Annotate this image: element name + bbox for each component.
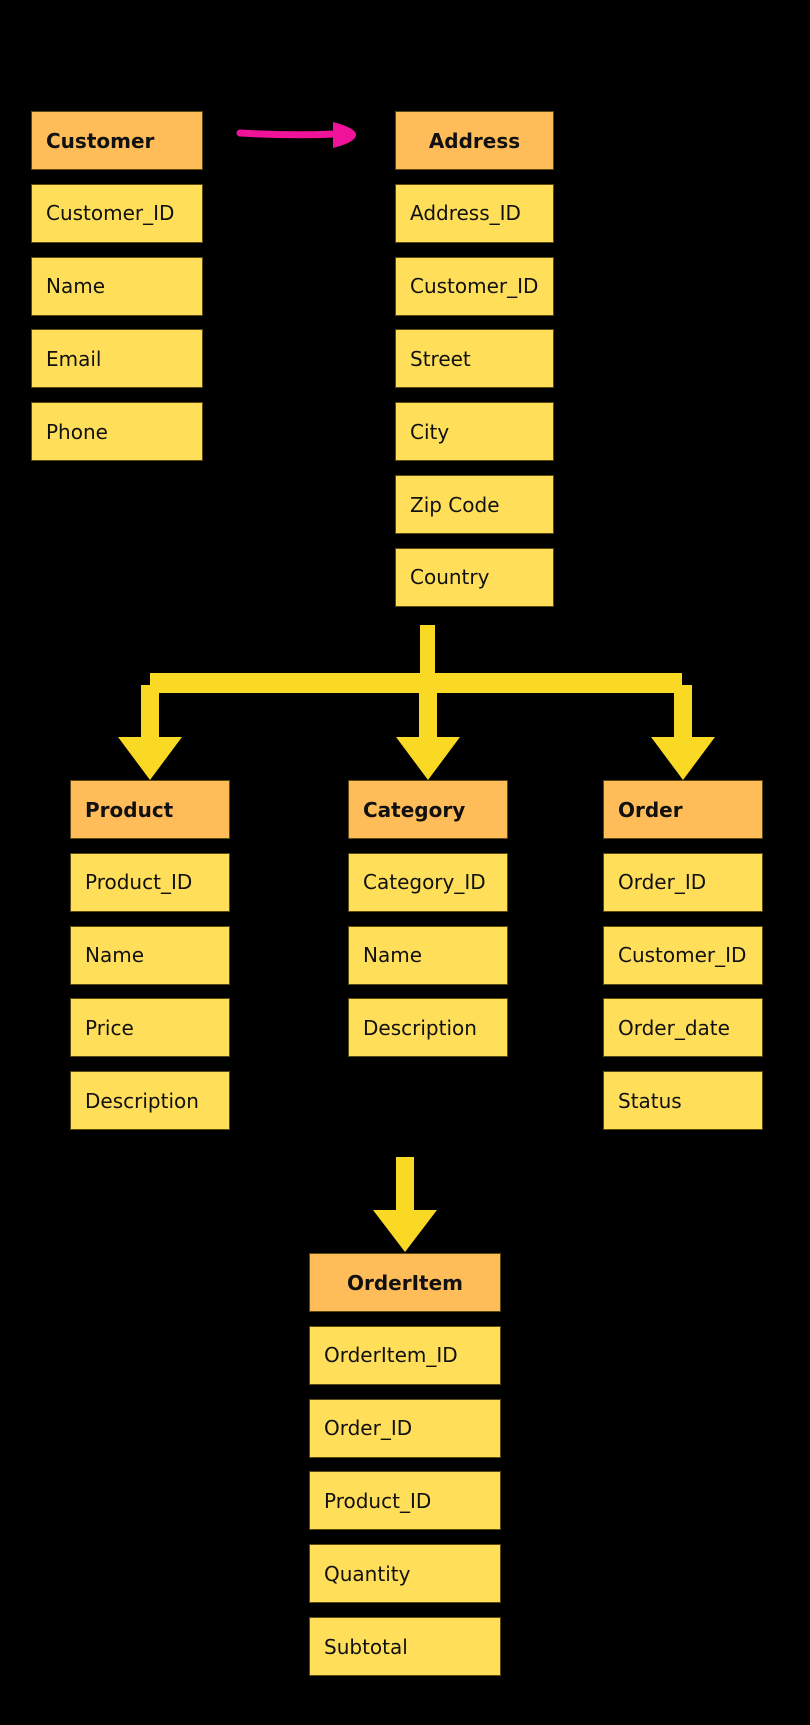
category-header: Category (348, 780, 508, 839)
address-field: City (395, 402, 554, 462)
customer-field: Name (31, 256, 203, 316)
product-field: Description (70, 1071, 230, 1131)
orderitem-field: Product_ID (309, 1471, 501, 1531)
category-field: Description (348, 998, 508, 1058)
product-header: Product (70, 780, 230, 839)
orderitem-header: OrderItem (309, 1253, 501, 1312)
customer-field: Phone (31, 402, 203, 462)
product-field: Name (70, 925, 230, 985)
address-field: Zip Code (395, 475, 554, 534)
order-arrowhead (651, 737, 715, 780)
address-field: Street (395, 329, 554, 389)
address-field: Customer_ID (395, 256, 554, 316)
address-trunk (420, 625, 435, 675)
customer-to-address-arrow (236, 129, 339, 139)
product-branch-shaft (141, 685, 159, 740)
customer-field: Customer_ID (31, 183, 203, 243)
product-field: Price (70, 998, 230, 1058)
orderitem-field: Order_ID (309, 1398, 501, 1458)
address-field: Address_ID (395, 183, 554, 243)
order-field: Order_date (603, 998, 763, 1058)
product-field: Product_ID (70, 852, 230, 912)
order-field: Status (603, 1071, 763, 1131)
category-branch-shaft (419, 685, 437, 740)
branch-bar (150, 673, 682, 693)
customer-header: Customer (31, 111, 203, 170)
order-header: Order (603, 780, 763, 839)
orderitem-field: Quantity (309, 1544, 501, 1604)
category-field: Category_ID (348, 852, 508, 912)
address-header: Address (395, 111, 554, 170)
order-branch-shaft (674, 685, 692, 740)
orderitem-shaft (396, 1157, 414, 1213)
orderitem-field: Subtotal (309, 1617, 501, 1676)
order-field: Customer_ID (603, 925, 763, 985)
category-arrowhead (396, 737, 460, 780)
order-field: Order_ID (603, 852, 763, 912)
customer-field: Email (31, 329, 203, 389)
address-field: Country (395, 547, 554, 607)
customer-to-address-arrowhead (333, 122, 356, 148)
orderitem-arrowhead (373, 1210, 437, 1252)
orderitem-field: OrderItem_ID (309, 1325, 501, 1385)
product-arrowhead (118, 737, 182, 780)
category-field: Name (348, 925, 508, 985)
